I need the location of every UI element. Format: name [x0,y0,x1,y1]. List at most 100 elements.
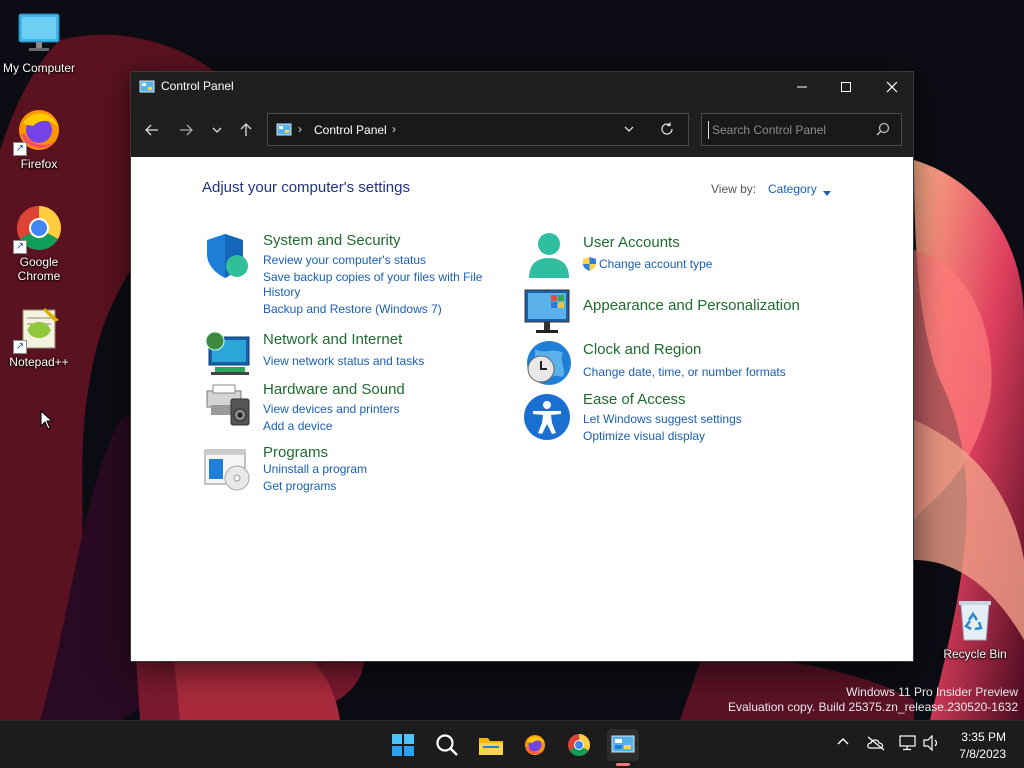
file-explorer-icon [479,738,503,755]
navigation-bar: › Control Panel › [131,102,913,157]
desktop-icon-firefox[interactable]: ↗ Firefox [0,106,78,171]
control-panel-icon [611,735,635,753]
category-title[interactable]: User Accounts [583,234,680,251]
taskbar: 3:35 PM 7/8/2023 [0,720,1024,768]
up-button[interactable] [235,119,257,141]
link-windows-suggest-settings[interactable]: Let Windows suggest settings [583,412,742,427]
taskbar-search-button[interactable] [431,729,463,761]
clock-time[interactable]: 3:35 PM [956,730,1006,744]
taskbar-control-panel[interactable] [607,729,639,761]
active-app-indicator [616,763,630,766]
category-title[interactable]: Appearance and Personalization [583,297,800,314]
category-appearance-personalization: Appearance and Personalization [523,288,843,336]
monitor-icon [15,10,63,58]
clock-date[interactable]: 7/8/2023 [948,747,1006,761]
shortcut-arrow-icon: ↗ [13,240,27,254]
view-by-label: View by: [711,182,757,196]
link-devices-printers[interactable]: View devices and printers [263,402,400,417]
arrow-up-icon [240,123,252,136]
breadcrumb-separator-icon[interactable]: › [392,122,396,136]
desktop-icon-label: My Computer [2,61,76,75]
address-dropdown-button[interactable] [622,122,636,141]
link-add-device[interactable]: Add a device [263,419,332,434]
category-title[interactable]: Programs [263,444,328,461]
watermark-line-1: Windows 11 Pro Insider Preview [846,685,1018,699]
arrow-left-icon [145,124,158,136]
mouse-cursor-icon [40,410,54,430]
taskbar-file-explorer[interactable] [475,729,507,761]
close-icon [886,81,898,93]
control-panel-icon [276,122,292,143]
desktop-icon-google-chrome[interactable]: ↗ Google Chrome [0,204,78,283]
start-icon [392,734,414,756]
uac-shield-icon [583,257,596,276]
taskbar-chrome[interactable] [563,729,595,761]
watermark-line-2: Evaluation copy. Build 25375.zn_release.… [728,700,1018,714]
programs-disc-icon [203,444,251,492]
search-input[interactable] [708,121,868,139]
category-title[interactable]: Clock and Region [583,341,701,358]
category-title[interactable]: System and Security [263,232,401,249]
link-uninstall-program[interactable]: Uninstall a program [263,462,367,477]
window-title: Control Panel [161,79,234,93]
recent-locations-button[interactable] [206,119,228,141]
category-title[interactable]: Network and Internet [263,331,402,348]
control-panel-icon [139,79,155,100]
show-hidden-icons-button[interactable] [836,735,850,754]
minimize-icon [797,86,807,88]
link-change-date-time[interactable]: Change date, time, or number formats [583,365,786,380]
view-by-dropdown[interactable]: Category [768,182,817,196]
desktop-icon-label: Notepad++ [9,355,69,369]
chevron-down-icon [624,126,634,132]
forward-button[interactable] [175,119,197,141]
caret-down-icon[interactable] [823,184,831,202]
network-globe-icon [203,331,251,379]
chevron-up-icon [837,738,849,745]
recycle-bin-icon [951,596,999,644]
page-title: Adjust your computer's settings [202,179,410,196]
category-user-accounts: User Accounts Change account type [523,232,843,282]
desktop-icon-notepadpp[interactable]: ↗ Notepad++ [0,304,78,369]
refresh-button[interactable] [660,122,674,141]
search-icon[interactable] [876,122,890,141]
control-panel-window: Control Panel › Control Panel › Search C… [130,71,914,662]
onedrive-tray-icon[interactable] [866,735,886,756]
link-network-status[interactable]: View network status and tasks [263,354,424,369]
evaluation-watermark: Windows 11 Pro Insider Preview Evaluatio… [728,685,1018,715]
category-hardware-sound: Hardware and Sound View devices and prin… [203,381,503,434]
link-save-backup[interactable]: Save backup copies of your files with Fi… [263,270,482,285]
link-save-backup-cont[interactable]: History [263,285,300,300]
back-button[interactable] [141,119,163,141]
address-bar[interactable]: › Control Panel › [267,113,689,146]
desktop-icon-label: Google Chrome [17,255,61,283]
desktop-icon-label: Recycle Bin [943,647,1007,661]
title-bar[interactable]: Control Panel [131,72,913,102]
volume-icon [923,734,938,752]
firefox-icon [525,735,545,755]
breadcrumb-control-panel[interactable]: Control Panel [314,123,387,137]
network-tray-icon[interactable] [899,735,917,756]
minimize-button[interactable] [779,72,825,102]
maximize-button[interactable] [823,72,869,102]
clock-globe-icon [523,339,571,387]
desktop-icon-recycle-bin[interactable]: Recycle Bin [936,596,1014,661]
volume-tray-icon[interactable] [923,734,941,756]
category-title[interactable]: Hardware and Sound [263,381,405,398]
taskbar-firefox[interactable] [519,729,551,761]
link-backup-restore[interactable]: Backup and Restore (Windows 7) [263,302,442,317]
start-button[interactable] [387,729,419,761]
link-get-programs[interactable]: Get programs [263,479,336,494]
link-optimize-visual-display[interactable]: Optimize visual display [583,429,705,444]
chrome-icon: ↗ [13,204,63,254]
search-box [701,113,902,146]
link-change-account-type[interactable]: Change account type [599,257,712,272]
close-button[interactable] [869,72,915,102]
category-title[interactable]: Ease of Access [583,391,686,408]
arrow-right-icon [180,124,193,136]
shortcut-arrow-icon: ↗ [13,142,27,156]
link-review-status[interactable]: Review your computer's status [263,253,426,268]
breadcrumb-separator-icon: › [298,122,302,136]
category-programs: Programs Uninstall a program Get program… [203,444,503,494]
user-icon [523,232,571,280]
desktop-icon-my-computer[interactable]: My Computer [0,10,78,75]
